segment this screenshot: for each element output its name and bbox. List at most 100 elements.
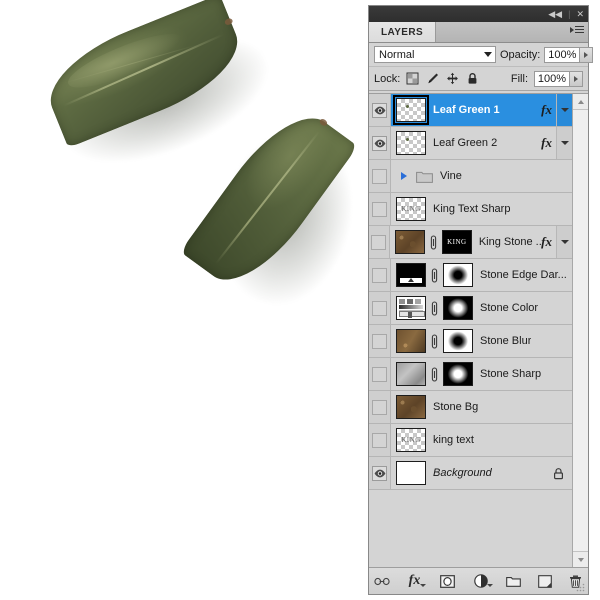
layer-row[interactable]: Stone Bg: [369, 391, 572, 424]
layer-row[interactable]: Stone Color: [369, 292, 572, 325]
layer-mask-thumbnail[interactable]: [443, 263, 473, 287]
lock-position-icon[interactable]: [446, 72, 459, 85]
scroll-down-button[interactable]: [573, 551, 588, 567]
layer-row[interactable]: KING king text: [369, 424, 572, 457]
layer-row[interactable]: Stone Blur: [369, 325, 572, 358]
mask-link-icon[interactable]: [430, 267, 439, 283]
layer-name[interactable]: Stone Sharp: [480, 368, 541, 380]
layers-scrollbar[interactable]: [572, 94, 588, 567]
layer-mask-thumbnail[interactable]: KING: [441, 230, 472, 254]
layer-row[interactable]: KING King Stone ... fx: [369, 226, 572, 259]
layer-visibility-toggle[interactable]: [369, 457, 391, 489]
layer-mask-thumbnail[interactable]: [443, 296, 473, 320]
layer-thumbnail[interactable]: [396, 296, 426, 320]
layer-thumbnail[interactable]: KING: [396, 428, 426, 452]
eye-icon[interactable]: [371, 234, 387, 250]
eye-icon[interactable]: [372, 366, 387, 382]
collapse-panel-button[interactable]: ◀◀: [548, 9, 562, 19]
add-layer-style-icon[interactable]: fx: [405, 573, 426, 589]
mask-link-icon[interactable]: [430, 300, 439, 316]
lock-transparent-pixels-icon[interactable]: [406, 72, 419, 85]
resize-grip-icon[interactable]: [576, 583, 585, 592]
layer-visibility-toggle[interactable]: [369, 226, 390, 258]
layer-name[interactable]: Stone Color: [480, 302, 538, 314]
layer-row[interactable]: Leaf Green 1 fx: [369, 94, 572, 127]
layer-thumbnail[interactable]: [393, 95, 429, 125]
layer-row[interactable]: Vine: [369, 160, 572, 193]
layer-visibility-toggle[interactable]: [369, 259, 391, 291]
layer-effects-fx-icon[interactable]: fx: [541, 102, 556, 118]
layer-name[interactable]: king text: [433, 434, 474, 446]
layer-visibility-toggle[interactable]: [369, 424, 391, 456]
fill-input[interactable]: 100%: [534, 70, 570, 87]
link-layers-icon[interactable]: [373, 573, 390, 589]
add-layer-mask-icon[interactable]: [440, 573, 456, 589]
eye-icon[interactable]: [372, 201, 387, 217]
layer-visibility-toggle[interactable]: [369, 325, 391, 357]
lock-image-pixels-icon[interactable]: [426, 72, 439, 85]
opacity-input[interactable]: 100%: [544, 46, 581, 63]
eye-icon[interactable]: [372, 333, 387, 349]
layer-thumbnail[interactable]: [396, 461, 426, 485]
layer-name[interactable]: Stone Blur: [480, 335, 531, 347]
mask-link-icon[interactable]: [430, 366, 439, 382]
layer-name[interactable]: Background: [433, 467, 492, 479]
tab-layers[interactable]: LAYERS: [369, 22, 437, 42]
layer-thumbnail[interactable]: [396, 131, 426, 155]
eye-icon[interactable]: [372, 135, 387, 151]
fill-slider-button[interactable]: [570, 70, 583, 87]
layer-visibility-toggle[interactable]: [369, 160, 391, 192]
layer-thumbnail[interactable]: KING: [396, 197, 426, 221]
layer-row[interactable]: KING King Text Sharp: [369, 193, 572, 226]
eye-icon[interactable]: [372, 102, 387, 118]
layer-visibility-toggle[interactable]: [369, 127, 391, 159]
layer-name[interactable]: King Text Sharp: [433, 203, 510, 215]
blend-mode-select[interactable]: Normal: [374, 46, 496, 63]
layer-thumbnail[interactable]: [396, 263, 426, 287]
layer-row[interactable]: Leaf Green 2 fx: [369, 127, 572, 160]
layer-name[interactable]: King Stone ...: [479, 236, 541, 248]
panel-menu-icon[interactable]: [570, 26, 584, 33]
expand-effects-arrow-icon[interactable]: [556, 127, 572, 159]
layer-visibility-toggle[interactable]: [369, 358, 391, 390]
layer-thumbnail[interactable]: [396, 395, 426, 419]
layer-row[interactable]: Stone Sharp: [369, 358, 572, 391]
layer-visibility-toggle[interactable]: [369, 391, 391, 423]
lock-all-icon[interactable]: [466, 72, 479, 85]
expand-group-triangle-icon[interactable]: [401, 172, 407, 180]
layer-row[interactable]: Stone Edge Dar...: [369, 259, 572, 292]
layer-effects-fx-icon[interactable]: fx: [541, 135, 556, 151]
layer-thumbnail[interactable]: [396, 362, 426, 386]
eye-icon[interactable]: [372, 300, 387, 316]
mask-link-icon[interactable]: [430, 333, 439, 349]
eye-icon[interactable]: [372, 465, 387, 481]
layer-visibility-toggle[interactable]: [369, 193, 391, 225]
layer-name[interactable]: Leaf Green 2: [433, 137, 497, 149]
layer-thumbnail[interactable]: [394, 230, 425, 254]
eye-icon[interactable]: [372, 432, 387, 448]
layer-visibility-toggle[interactable]: [369, 94, 391, 126]
document-canvas[interactable]: [0, 0, 368, 600]
new-group-icon[interactable]: [506, 573, 522, 589]
scroll-up-button[interactable]: [573, 94, 588, 110]
eye-icon[interactable]: [372, 399, 387, 415]
opacity-slider-button[interactable]: [580, 46, 594, 63]
layer-mask-thumbnail[interactable]: [443, 329, 473, 353]
layer-name[interactable]: Stone Edge Dar...: [480, 269, 567, 281]
layer-row[interactable]: Background: [369, 457, 572, 490]
eye-icon[interactable]: [372, 168, 387, 184]
layer-visibility-toggle[interactable]: [369, 292, 391, 324]
layer-name[interactable]: Vine: [440, 170, 462, 182]
mask-link-icon[interactable]: [429, 234, 438, 250]
layer-name[interactable]: Leaf Green 1: [433, 104, 500, 116]
layer-name[interactable]: Stone Bg: [433, 401, 478, 413]
expand-effects-arrow-icon[interactable]: [556, 94, 572, 126]
eye-icon[interactable]: [372, 267, 387, 283]
layer-thumbnail[interactable]: [396, 329, 426, 353]
new-layer-icon[interactable]: [537, 573, 553, 589]
layer-effects-fx-icon[interactable]: fx: [541, 234, 556, 250]
layer-mask-thumbnail[interactable]: [443, 362, 473, 386]
layers-list[interactable]: Leaf Green 1 fx Leaf Green 2 fx Vine KING King…: [369, 94, 572, 567]
new-adjustment-layer-icon[interactable]: [471, 573, 493, 589]
close-panel-button[interactable]: ✕: [576, 9, 584, 19]
